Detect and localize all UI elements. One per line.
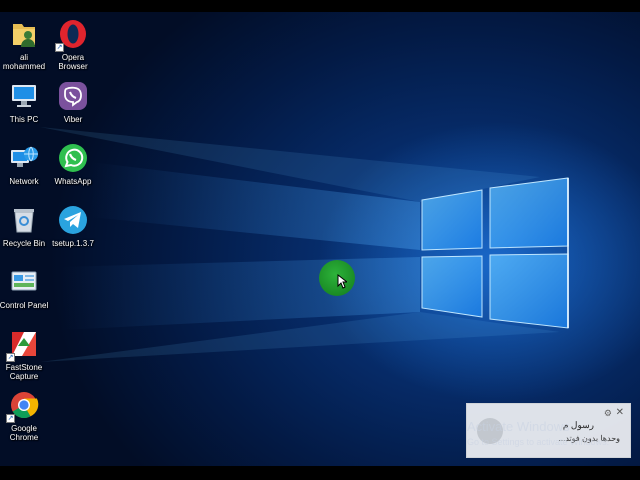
desktop-icon-faststone-capture[interactable]: ↗ FastStone Capture (0, 328, 51, 381)
desktop-icon-recycle-bin[interactable]: Recycle Bin (0, 204, 51, 248)
opera-icon: ↗ (55, 18, 89, 52)
icon-label: tsetup.1.3.7 (52, 239, 94, 248)
shortcut-arrow-icon: ↗ (6, 414, 15, 423)
activate-windows-watermark: Activate Windows Go to Settings to activ… (467, 419, 609, 447)
desktop-icon-control-panel[interactable]: Control Panel (0, 266, 51, 310)
watermark-subtitle: Go to Settings to activate Windows. (467, 437, 610, 447)
icon-label: Viber (63, 115, 83, 124)
chrome-icon: ↗ (6, 389, 40, 423)
icon-label: WhatsApp (54, 177, 92, 186)
telegram-icon (57, 204, 89, 236)
close-icon[interactable]: ✕ (616, 407, 624, 418)
faststone-capture-icon: ↗ (6, 328, 40, 362)
mouse-pointer-icon (337, 274, 347, 289)
screen: ali mohammed This PC Network Recycle Bin… (0, 0, 640, 480)
desktop-icon-whatsapp[interactable]: WhatsApp (46, 142, 100, 186)
desktop-icon-ali-mohammed[interactable]: ali mohammed (0, 18, 51, 71)
icon-label: FastStone Capture (5, 363, 43, 381)
desktop-icon-opera-browser[interactable]: ↗ Opera Browser (46, 18, 100, 71)
icon-label: Recycle Bin (2, 239, 46, 248)
shortcut-arrow-icon: ↗ (55, 43, 64, 52)
recycle-bin-icon (8, 204, 40, 236)
icon-label: This PC (9, 115, 39, 124)
icon-label: Control Panel (0, 301, 49, 310)
network-icon (8, 142, 40, 174)
desktop-icon-viber[interactable]: Viber (46, 80, 100, 124)
shortcut-arrow-icon: ↗ (6, 353, 15, 362)
whatsapp-icon (57, 142, 89, 174)
viber-icon (57, 80, 89, 112)
control-panel-icon (8, 266, 40, 298)
icon-label: Google Chrome (9, 424, 39, 442)
gear-icon[interactable]: ⚙ (604, 408, 612, 419)
desktop-icon-network[interactable]: Network (0, 142, 51, 186)
user-folder-icon (8, 18, 40, 50)
icon-label: ali mohammed (2, 53, 46, 71)
bottom-letterbox (0, 466, 640, 480)
icon-label: Opera Browser (58, 53, 88, 71)
desktop-icon-this-pc[interactable]: This PC (0, 80, 51, 124)
top-letterbox (0, 0, 640, 12)
computer-icon (8, 80, 40, 112)
watermark-title: Activate Windows (467, 419, 570, 434)
desktop[interactable]: ali mohammed This PC Network Recycle Bin… (0, 12, 640, 466)
desktop-icon-tsetup[interactable]: tsetup.1.3.7 (46, 204, 100, 248)
icon-label: Network (9, 177, 39, 186)
desktop-icon-google-chrome[interactable]: ↗ Google Chrome (0, 389, 51, 442)
